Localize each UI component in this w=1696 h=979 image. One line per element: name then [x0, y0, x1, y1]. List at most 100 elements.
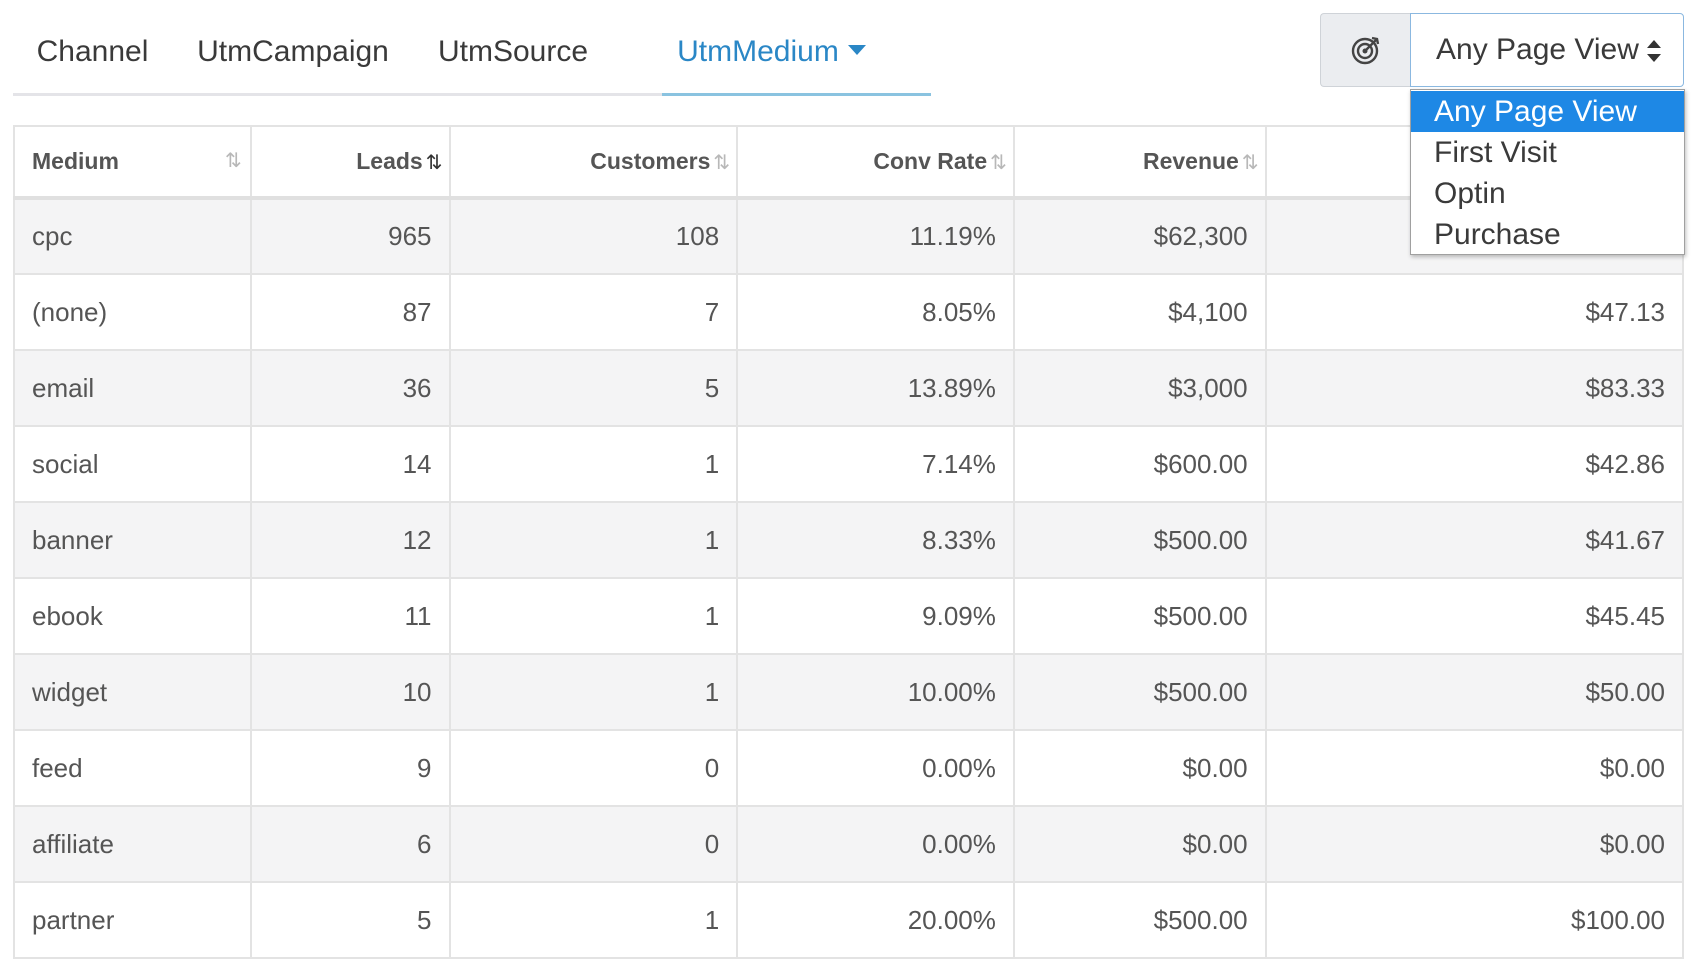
cell-customers: 5 [448, 349, 739, 427]
cell-customers: 1 [448, 653, 739, 731]
tab-utm-campaign[interactable]: UtmCampaign [172, 18, 414, 93]
cell-customers: 7 [448, 273, 739, 351]
cell-revenue: $500.00 [1012, 653, 1267, 731]
cell-revenue: $0.00 [1012, 805, 1267, 883]
cell-revenue: $62,300 [1012, 197, 1267, 275]
select-arrows-icon [1647, 40, 1661, 62]
cell-leads: 36 [249, 349, 451, 427]
target-icon [1351, 36, 1379, 65]
cell-medium: cpc [13, 197, 252, 275]
column-header-label: Conv Rate [873, 148, 988, 174]
tab-label: Channel [36, 35, 149, 68]
cell-medium: partner [13, 881, 252, 959]
column-header-leads[interactable]: Leads ⇅ [249, 125, 451, 200]
tab-label: UtmSource [437, 35, 589, 68]
goal-select-value: Any Page View [1436, 33, 1639, 66]
cell-customers: 0 [448, 729, 739, 807]
sort-icon: ⇅ [224, 150, 242, 172]
cell-medium: affiliate [13, 805, 252, 883]
cell-value: $41.67 [1264, 501, 1685, 579]
cell-medium: feed [13, 729, 252, 807]
option-any-page-view[interactable]: Any Page View [1411, 91, 1684, 132]
cell-value: $0.00 [1264, 805, 1685, 883]
cell-leads: 9 [249, 729, 451, 807]
cell-conv-rate: 0.00% [736, 729, 1015, 807]
table-row: social 14 1 7.14% $600.00 $42.86 [13, 425, 1685, 503]
column-header-label: Revenue [1142, 148, 1239, 174]
cell-value: $50.00 [1264, 653, 1685, 731]
cell-conv-rate: 9.09% [736, 577, 1015, 655]
cell-medium: banner [13, 501, 252, 579]
sort-icon: ⇅ [990, 152, 1007, 174]
tab-label: UtmCampaign [197, 35, 389, 68]
cell-revenue: $600.00 [1012, 425, 1267, 503]
column-header-customers[interactable]: Customers ⇅ [448, 125, 739, 200]
table-body: cpc 965 108 11.19% $62,300 (none) 87 7 8.05% $4,1… [13, 197, 1685, 959]
cell-revenue: $0.00 [1012, 729, 1267, 807]
cell-value: $83.33 [1264, 349, 1685, 427]
active-tab-underline [662, 93, 931, 96]
cell-leads: 87 [249, 273, 451, 351]
cell-conv-rate: 20.00% [736, 881, 1015, 959]
cell-customers: 1 [448, 425, 739, 503]
cell-conv-rate: 7.14% [736, 425, 1015, 503]
cell-medium: social [13, 425, 252, 503]
tab-utm-medium[interactable]: UtmMedium [612, 18, 931, 93]
cell-conv-rate: 0.00% [736, 805, 1015, 883]
cell-revenue: $500.00 [1012, 881, 1267, 959]
table-row: affiliate 6 0 0.00% $0.00 $0.00 [13, 805, 1685, 883]
cell-conv-rate: 11.19% [736, 197, 1015, 275]
cell-leads: 14 [249, 425, 451, 503]
cell-conv-rate: 8.05% [736, 273, 1015, 351]
cell-medium: (none) [13, 273, 252, 351]
table-row: (none) 87 7 8.05% $4,100 $47.13 [13, 273, 1685, 351]
table-row: email 36 5 13.89% $3,000 $83.33 [13, 349, 1685, 427]
sort-icon: ⇅ [713, 152, 730, 174]
column-header-revenue[interactable]: Revenue ⇅ [1012, 125, 1267, 200]
cell-medium: widget [13, 653, 252, 731]
option-optin[interactable]: Optin [1411, 173, 1684, 214]
column-header-conv-rate[interactable]: Conv Rate ⇅ [736, 125, 1015, 200]
cell-leads: 965 [249, 197, 451, 275]
sort-icon: ⇅ [1241, 152, 1259, 174]
tab-label: UtmMedium [677, 35, 839, 68]
column-header-label: Leads [356, 148, 423, 174]
cell-value: $47.13 [1264, 273, 1685, 351]
cell-leads: 6 [249, 805, 451, 883]
table-row: partner 5 1 20.00% $500.00 $100.00 [13, 881, 1685, 959]
cell-conv-rate: 10.00% [736, 653, 1015, 731]
goal-select[interactable]: Any Page View [1410, 13, 1684, 87]
cell-customers: 108 [448, 197, 739, 275]
option-purchase[interactable]: Purchase [1411, 214, 1684, 255]
cell-value: $0.00 [1264, 729, 1685, 807]
cell-medium: ebook [13, 577, 252, 655]
goal-button[interactable] [1320, 13, 1410, 87]
cell-conv-rate: 13.89% [736, 349, 1015, 427]
column-header-medium[interactable]: Medium ⇅ [13, 125, 252, 200]
cell-revenue: $500.00 [1012, 501, 1267, 579]
column-header-label: Medium [32, 148, 119, 174]
goal-select-dropdown: Any Page View First Visit Optin Purchase [1410, 89, 1685, 255]
option-first-visit[interactable]: First Visit [1411, 132, 1684, 173]
cell-leads: 12 [249, 501, 451, 579]
table-row: feed 9 0 0.00% $0.00 $0.00 [13, 729, 1685, 807]
cell-value: $100.00 [1264, 881, 1685, 959]
table-row: widget 10 1 10.00% $500.00 $50.00 [13, 653, 1685, 731]
caret-down-icon [847, 45, 866, 56]
cell-leads: 5 [249, 881, 451, 959]
tab-utm-source[interactable]: UtmSource [414, 18, 612, 93]
cell-leads: 10 [249, 653, 451, 731]
cell-revenue: $500.00 [1012, 577, 1267, 655]
cell-value: $45.45 [1264, 577, 1685, 655]
cell-leads: 11 [249, 577, 451, 655]
report-tabs: Channel UtmCampaign UtmSource UtmMedium [13, 18, 931, 96]
cell-customers: 1 [448, 577, 739, 655]
cell-customers: 0 [448, 805, 739, 883]
column-header-label: Customers [590, 148, 711, 174]
table-row: ebook 11 1 9.09% $500.00 $45.45 [13, 577, 1685, 655]
cell-value: $42.86 [1264, 425, 1685, 503]
tab-channel[interactable]: Channel [13, 18, 172, 93]
sort-icon: ⇅ [425, 152, 443, 174]
cell-revenue: $3,000 [1012, 349, 1267, 427]
table-row: banner 12 1 8.33% $500.00 $41.67 [13, 501, 1685, 579]
